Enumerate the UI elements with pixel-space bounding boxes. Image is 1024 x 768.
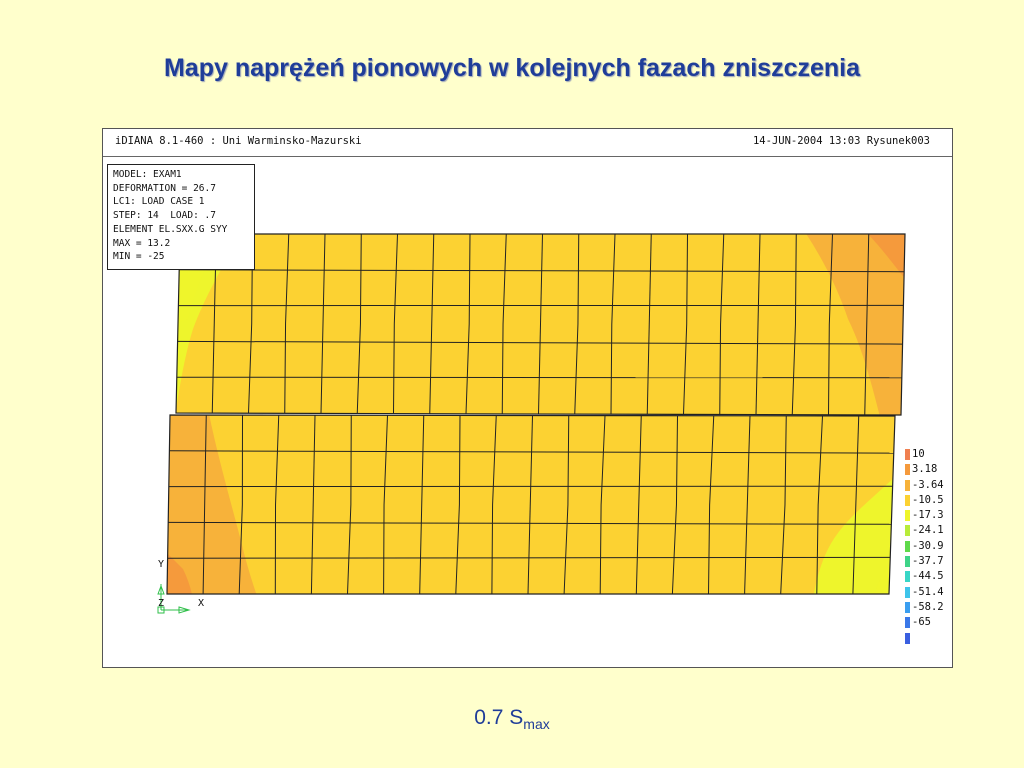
info-step: STEP: 14 LOAD: .7: [113, 210, 216, 222]
upper-base-fill: [176, 234, 905, 415]
info-deformation: DEFORMATION = 26.7: [113, 182, 216, 194]
caption-main: 0.7 S: [474, 706, 524, 729]
legend-item: -3.64: [903, 478, 953, 493]
legend-swatch: [905, 479, 910, 491]
legend-item: -37.7: [903, 554, 953, 569]
legend-label: -30.9: [912, 539, 944, 552]
legend-item: -65: [903, 615, 953, 630]
legend-label: -10.5: [912, 493, 944, 506]
legend-item: -44.5: [903, 569, 953, 584]
lower-base-fill: [167, 415, 895, 594]
color-legend: 10 3.18 -3.64 -10.5 -17.3 -24.1 -30.9 -37.7 -44.…: [903, 447, 953, 646]
info-load-case: LC1: LOAD CASE 1: [113, 196, 205, 208]
lower-specimen: [167, 415, 895, 594]
info-min: MIN = -25: [113, 251, 165, 263]
legend-swatch: [905, 494, 910, 506]
info-element: ELEMENT EL.SXX.G SYY: [113, 223, 228, 235]
model-info-box: MODEL: EXAM1 DEFORMATION = 26.7 LC1: LOA…: [107, 164, 255, 270]
info-max: MAX = 13.2: [113, 237, 171, 249]
plot-window: iDIANA 8.1-460 : Uni Warminsko-Mazurski …: [102, 128, 953, 668]
legend-item: -17.3: [903, 508, 953, 523]
slide-caption: 0.7 Smax: [0, 706, 1024, 732]
slide-title: Mapy naprężeń pionowych w kolejnych faza…: [163, 54, 860, 82]
legend-label: -24.1: [912, 524, 944, 537]
y-axis-label: Y: [158, 559, 165, 570]
legend-swatch: [905, 571, 910, 583]
legend-swatch: [905, 540, 910, 552]
legend-item: -10.5: [903, 493, 953, 508]
upper-specimen: [176, 234, 905, 415]
legend-item: [903, 631, 953, 646]
legend-item: -30.9: [903, 539, 953, 554]
x-axis-label: X: [198, 598, 205, 609]
legend-item: 3.18: [903, 462, 953, 477]
z-axis-label: Z: [158, 598, 165, 609]
legend-item: -24.1: [903, 523, 953, 538]
legend-label: -37.7: [912, 555, 944, 568]
legend-swatch: [905, 464, 910, 476]
legend-swatch: [905, 601, 910, 613]
legend-label: -3.64: [912, 478, 944, 491]
legend-item: -51.4: [903, 585, 953, 600]
legend-label: -58.2: [912, 600, 944, 613]
legend-label: 10: [912, 448, 925, 460]
caption-subscript: max: [523, 716, 550, 733]
legend-item: 10: [903, 447, 953, 462]
legend-swatch: [905, 525, 910, 537]
legend-label: -51.4: [912, 585, 944, 598]
info-model: MODEL: EXAM1: [113, 169, 182, 180]
legend-label: -44.5: [912, 570, 944, 583]
legend-label: -17.3: [912, 509, 944, 522]
legend-swatch: [905, 586, 910, 598]
legend-item: -58.2: [903, 600, 953, 615]
legend-swatch: [905, 556, 910, 568]
legend-swatch: [905, 617, 910, 629]
legend-label: -65: [912, 616, 931, 629]
legend-swatch: [905, 449, 910, 460]
legend-swatch: [905, 510, 910, 522]
mesh-row-line: [176, 376, 902, 379]
legend-label: 3.18: [912, 463, 938, 476]
legend-swatch: [905, 632, 910, 644]
